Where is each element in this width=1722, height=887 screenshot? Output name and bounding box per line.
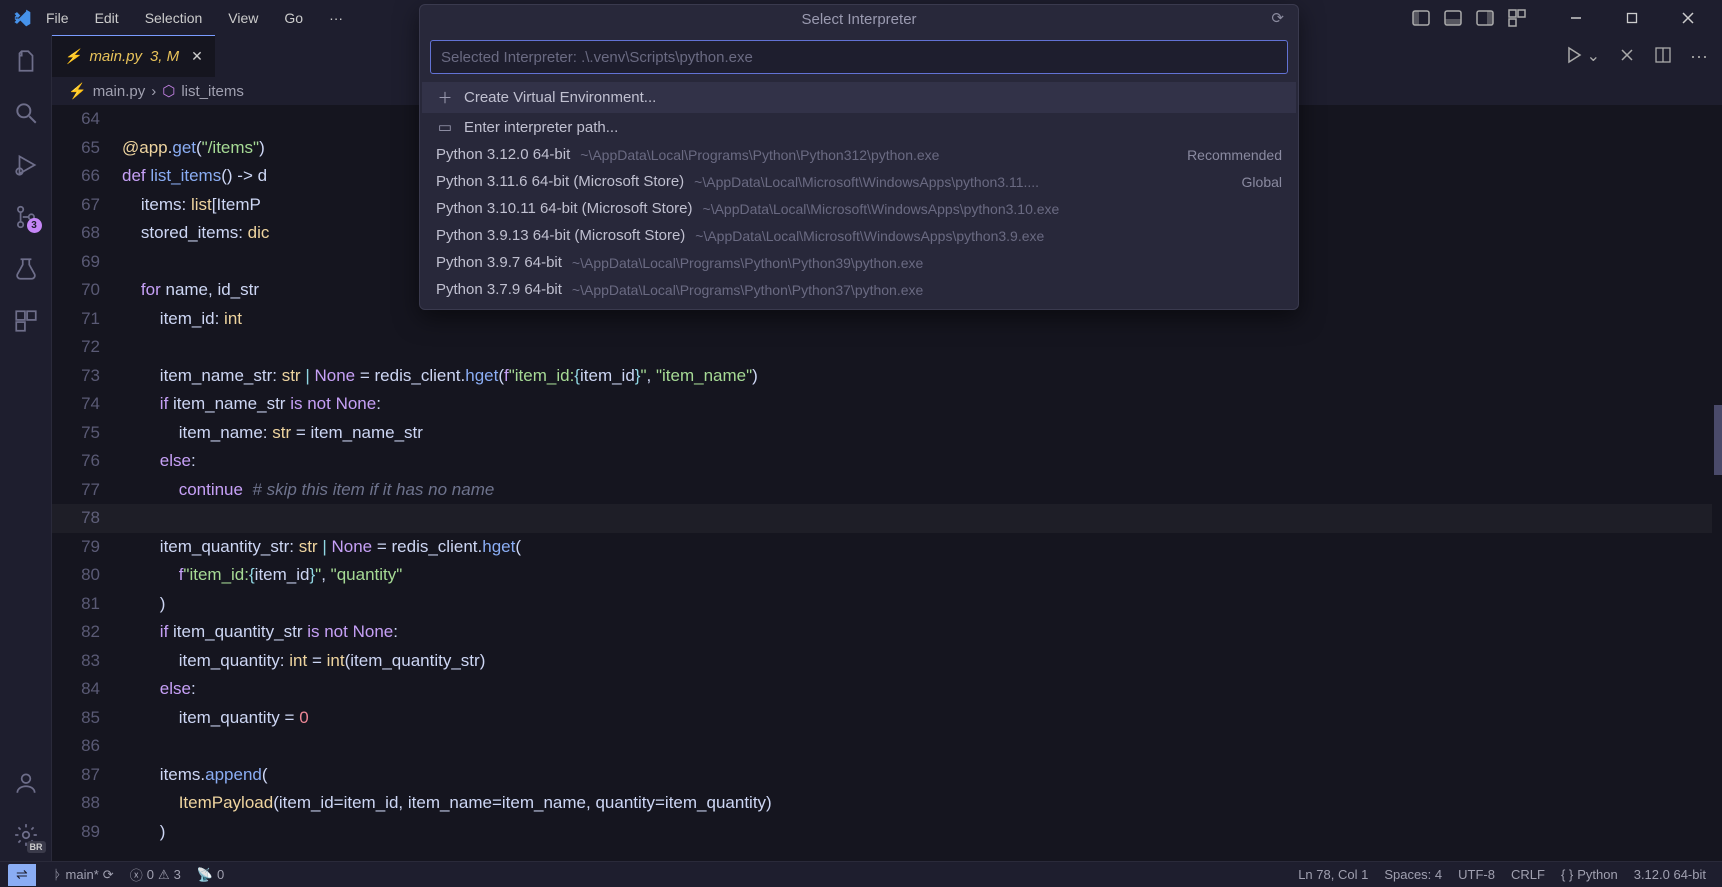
status-interpreter[interactable]: 3.12.0 64-bit [1626, 867, 1714, 882]
breadcrumb-file[interactable]: main.py [93, 83, 146, 100]
search-icon[interactable] [12, 99, 40, 127]
palette-interpreter-item[interactable]: Python 3.11.6 64-bit (Microsoft Store) ~… [422, 168, 1296, 195]
status-encoding[interactable]: UTF-8 [1450, 867, 1503, 882]
extensions-icon[interactable] [12, 307, 40, 335]
run-icon[interactable] [1565, 46, 1583, 67]
palette-interpreter-item[interactable]: Python 3.7.9 64-bit ~\AppData\Local\Prog… [422, 276, 1296, 303]
menu-bar: File Edit Selection View Go ··· [42, 8, 347, 28]
menu-go[interactable]: Go [280, 8, 307, 28]
scm-badge: 3 [27, 218, 42, 233]
accounts-icon[interactable] [12, 769, 40, 797]
settings-gear-icon[interactable]: BR [12, 821, 40, 849]
tab-close-icon[interactable]: ✕ [191, 48, 203, 65]
minimap-thumb[interactable] [1714, 405, 1722, 475]
menu-file[interactable]: File [42, 8, 73, 28]
window-controls [1558, 4, 1714, 32]
palette-input[interactable] [430, 40, 1288, 74]
palette-interpreter-item[interactable]: Python 3.12.0 64-bit ~\AppData\Local\Pro… [422, 141, 1296, 168]
vscode-icon [12, 8, 32, 28]
refresh-icon[interactable]: ⟳ [1271, 9, 1284, 27]
status-eol[interactable]: CRLF [1503, 867, 1553, 882]
menu-selection[interactable]: Selection [141, 8, 207, 28]
toggle-secondary-sidebar-icon[interactable] [1474, 7, 1496, 29]
status-bar: ⇌ ᚦ main* ⟳ ⓧ 0 ⚠ 3 📡 0 Ln 78, Col 1 Spa… [0, 861, 1722, 887]
testing-icon[interactable] [12, 255, 40, 283]
palette-interpreter-item[interactable]: Python 3.10.11 64-bit (Microsoft Store) … [422, 195, 1296, 222]
tab-main-py[interactable]: ⚡ main.py 3, M ✕ [52, 35, 215, 77]
activity-bar: 3 BR [0, 35, 52, 861]
remote-indicator[interactable]: ⇌ [8, 864, 36, 886]
status-problems[interactable]: ⓧ 0 ⚠ 3 [122, 865, 189, 884]
interpreter-picker: Select Interpreter ⟳ ＋ Create Virtual En… [419, 4, 1299, 310]
folder-icon: ▭ [436, 118, 454, 136]
palette-list: ＋ Create Virtual Environment... ▭ Enter … [420, 80, 1298, 309]
minimize-button[interactable] [1558, 4, 1594, 32]
source-control-icon[interactable]: 3 [12, 203, 40, 231]
menu-view[interactable]: View [224, 8, 262, 28]
palette-enter-path[interactable]: ▭ Enter interpreter path... [422, 113, 1296, 141]
settings-badge: BR [27, 841, 46, 853]
menu-more[interactable]: ··· [325, 8, 347, 28]
plus-icon: ＋ [436, 87, 454, 108]
minimap[interactable] [1712, 105, 1722, 861]
customize-layout-icon[interactable] [1506, 7, 1528, 29]
split-editor-icon[interactable] [1654, 46, 1672, 67]
status-language[interactable]: { } Python [1553, 867, 1626, 882]
palette-interpreter-item[interactable]: Python 3.9.13 64-bit (Microsoft Store) ~… [422, 222, 1296, 249]
line-gutter: 6465666768697071727374757677787980818283… [52, 105, 122, 861]
python-file-icon: ⚡ [68, 82, 87, 100]
editor-more-icon[interactable]: ··· [1690, 46, 1708, 67]
palette-interpreter-item[interactable]: Python 3.9.7 64-bit ~\AppData\Local\Prog… [422, 249, 1296, 276]
status-branch[interactable]: ᚦ main* ⟳ [46, 867, 122, 883]
editor-actions: ⌄ ··· [1565, 46, 1722, 67]
explorer-icon[interactable] [12, 47, 40, 75]
status-cursor[interactable]: Ln 78, Col 1 [1290, 867, 1376, 882]
run-debug-icon[interactable] [12, 151, 40, 179]
breadcrumb-symbol[interactable]: list_items [181, 83, 244, 100]
breadcrumb-separator: › [151, 83, 156, 100]
palette-create-env[interactable]: ＋ Create Virtual Environment... [422, 82, 1296, 113]
diff-icon[interactable] [1618, 46, 1636, 67]
close-button[interactable] [1670, 4, 1706, 32]
toggle-primary-sidebar-icon[interactable] [1410, 7, 1432, 29]
toggle-panel-icon[interactable] [1442, 7, 1464, 29]
maximize-button[interactable] [1614, 4, 1650, 32]
palette-title: Select Interpreter ⟳ [420, 5, 1298, 34]
symbol-icon: ⬡ [162, 82, 175, 100]
menu-edit[interactable]: Edit [91, 8, 123, 28]
status-indent[interactable]: Spaces: 4 [1376, 867, 1450, 882]
python-file-icon: ⚡ [64, 48, 81, 65]
run-dropdown-icon[interactable]: ⌄ [1587, 46, 1600, 67]
tab-modified-badge: 3, M [150, 48, 179, 65]
layout-buttons [1410, 7, 1528, 29]
status-ports[interactable]: 📡 0 [189, 867, 232, 883]
tab-label: main.py [89, 48, 142, 65]
